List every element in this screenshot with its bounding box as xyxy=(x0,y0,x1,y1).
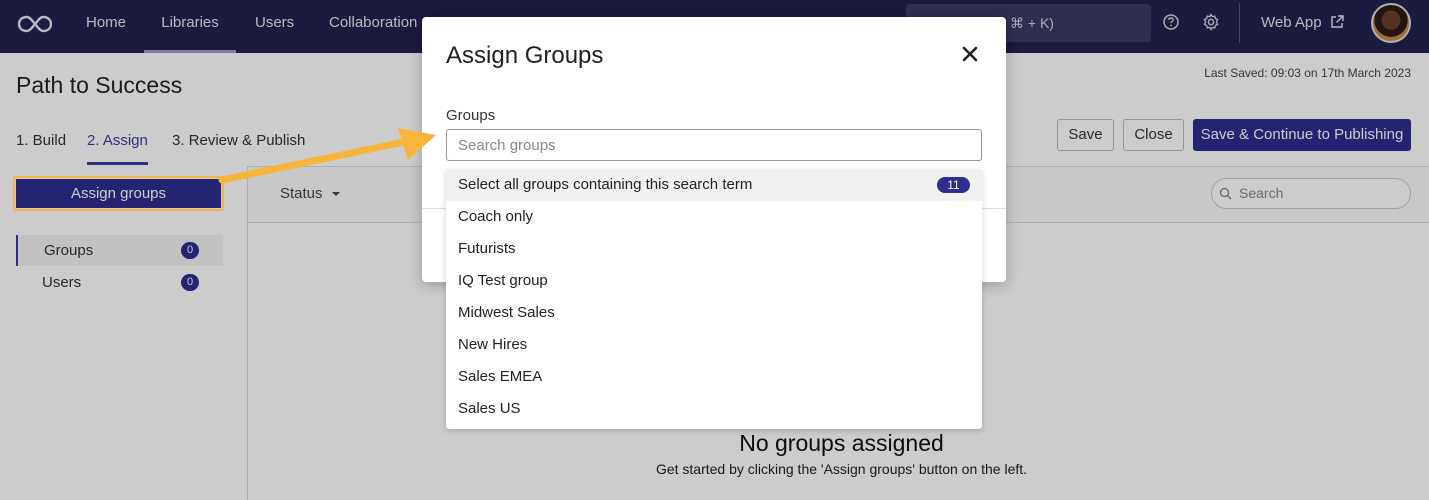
group-option-iq-test[interactable]: IQ Test group xyxy=(446,265,982,297)
group-option-sales-us[interactable]: Sales US xyxy=(446,393,982,425)
group-option-sales-emea[interactable]: Sales EMEA xyxy=(446,361,982,393)
select-all-count-badge: 11 xyxy=(937,177,970,193)
modal-title: Assign Groups xyxy=(446,42,604,69)
select-all-label: Select all groups containing this search… xyxy=(458,176,753,193)
group-option-new-hires[interactable]: New Hires xyxy=(446,329,982,361)
close-icon[interactable] xyxy=(959,43,981,65)
groups-label: Groups xyxy=(446,107,496,124)
group-option-midwest-sales[interactable]: Midwest Sales xyxy=(446,297,982,329)
groups-dropdown: Select all groups containing this search… xyxy=(446,169,982,429)
group-option-futurists[interactable]: Futurists xyxy=(446,233,982,265)
group-option-coach-only[interactable]: Coach only xyxy=(446,201,982,233)
search-groups-input[interactable] xyxy=(446,129,982,161)
select-all-option[interactable]: Select all groups containing this search… xyxy=(446,169,982,201)
annotation-highlight xyxy=(13,176,224,211)
